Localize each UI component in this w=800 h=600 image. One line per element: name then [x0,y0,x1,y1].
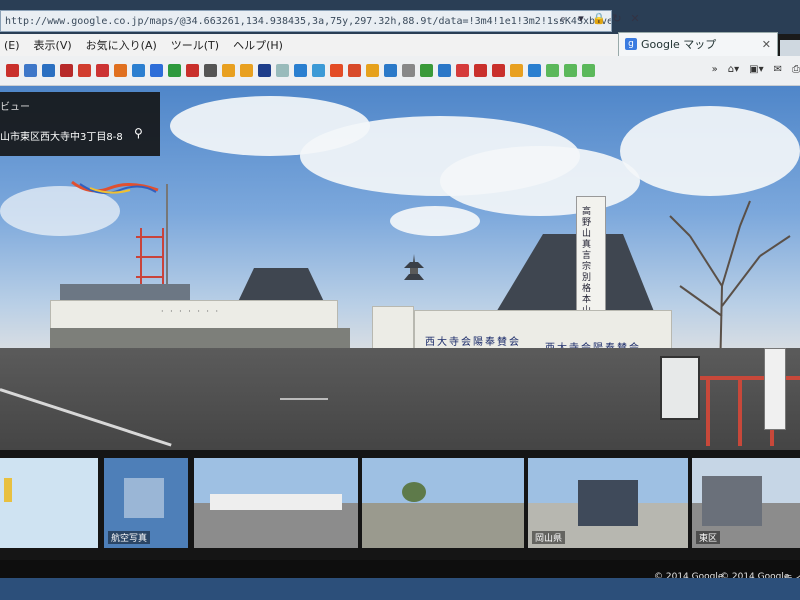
close-icon[interactable]: ✕ [628,12,642,26]
address-bar-row: http://www.google.co.jp/maps/@34.663261,… [0,0,800,34]
favorite-red-icon-2[interactable] [78,64,91,77]
favorite-ie-icon-3[interactable] [294,64,307,77]
favorite-yellow-icon-2[interactable] [240,64,253,77]
railing-post [738,376,742,446]
location-card[interactable]: ビュー 山市東区西大寺中3丁目8-8 ⚲ [0,92,160,156]
thumbnail-satellite[interactable]: 航空写真 [104,458,188,548]
thumb-wall [210,494,342,511]
taskbar [0,578,800,600]
location-card-title: ビュー [0,102,30,113]
thumb-ground [362,503,524,548]
dropdown-icon[interactable]: ▾ [574,12,588,26]
command-bar: » ⌂▾ ▣▾ ✉ ⎙ [712,64,800,75]
feeds-icon[interactable]: ▣▾ [749,64,763,75]
cloud [440,146,640,216]
favorite-red-icon-5[interactable] [456,64,469,77]
favorite-cloud-icon[interactable] [276,64,289,77]
thumb-house [702,476,762,526]
favorite-green-icon-4[interactable] [564,64,577,77]
favorites-bar [0,56,800,86]
white-sign [764,348,786,430]
favorite-ie-icon-6[interactable] [528,64,541,77]
photo-filmstrip: 航空写真 岡山県 東区 [0,450,800,560]
info-board [660,356,700,420]
favorite-ie-icon[interactable] [42,64,55,77]
favorite-red-icon[interactable] [6,64,19,77]
temple-sign-post: 高野山真言宗別格本山金陵山西大寺 [576,196,606,382]
mail-icon[interactable]: ✉ [774,64,782,75]
thumbnail-street-2[interactable] [362,458,524,548]
google-icon: g [625,38,637,50]
address-icons: ⌕ ▾ 🔒 ↻ ✕ [556,12,642,26]
favorite-yellow-icon[interactable] [222,64,235,77]
thumbnail-okayama[interactable]: 岡山県 [528,458,688,548]
favorite-w-icon[interactable] [204,64,217,77]
thumb-tree [402,482,426,502]
new-tab-button[interactable] [780,40,800,56]
thumb-temple [578,480,638,526]
favorite-red-icon-3[interactable] [96,64,109,77]
barrier-rail [280,398,328,400]
favorite-windows-icon[interactable] [330,64,343,77]
tab-label: Google マップ [641,38,717,51]
menu-bar: (E) 表示(V) お気に入り(A) ツール(T) ヘルプ(H) [0,34,618,56]
favorite-green-icon-2[interactable] [420,64,433,77]
favorite-w-icon-2[interactable] [402,64,415,77]
address-field[interactable]: http://www.google.co.jp/maps/@34.663261,… [0,10,612,32]
favorite-youtube-icon[interactable] [60,64,73,77]
favorite-ie-icon-2[interactable] [132,64,145,77]
favorite-globe-icon[interactable] [312,64,325,77]
kite-icon [71,180,159,194]
print-icon[interactable]: ⎙ [792,64,800,75]
location-address[interactable]: 山市東区西大寺中3丁目8-8 [0,128,123,143]
banner-text-left: 西大寺会陽奉賛会 [425,337,521,348]
lock-icon[interactable]: 🔒 [592,12,606,26]
favorite-youtube-icon-4[interactable] [492,64,505,77]
favorite-yellow-icon-3[interactable] [366,64,379,77]
favorite-green-icon-5[interactable] [582,64,595,77]
pagoda-icon [404,254,424,280]
refresh-icon[interactable]: ↻ [610,12,624,26]
tower-bar [136,256,164,258]
menu-favorites[interactable]: お気に入り(A) [86,37,157,53]
thumbnail-label: 航空写真 [108,531,151,544]
tab-google-maps[interactable]: g Google マップ ✕ [618,32,778,56]
banner-small-text: · · · · · · · [161,307,221,316]
thumbnail-higashi-ku[interactable]: 東区 [692,458,800,548]
chevron-right-icon[interactable]: » [712,64,718,75]
map-pin-icon[interactable]: ⚲ [134,126,146,140]
tab-close-icon[interactable]: ✕ [762,33,771,57]
search-icon[interactable]: ⌕ [556,12,570,26]
menu-help[interactable]: ヘルプ(H) [233,37,283,53]
favorite-youtube-icon-2[interactable] [186,64,199,77]
favorite-green-icon[interactable] [168,64,181,77]
home-icon[interactable]: ⌂▾ [728,64,739,75]
favorite-orange-icon[interactable] [114,64,127,77]
favorite-blue-icon[interactable] [24,64,37,77]
thumbnail-label: 東区 [696,531,721,544]
railing-post [706,376,710,446]
menu-tools[interactable]: ツール(T) [171,37,219,53]
favorite-red-icon-4[interactable] [348,64,361,77]
thumbnail-street-1[interactable] [194,458,358,548]
favorite-ie-icon-5[interactable] [438,64,451,77]
thumbnail-map[interactable] [0,458,98,548]
map-marker [4,478,12,502]
favorite-youtube-icon-3[interactable] [474,64,487,77]
thumbnail-label: 岡山県 [532,531,566,544]
satellite-block [124,478,164,518]
favorite-circle-icon[interactable] [150,64,163,77]
favorite-yellow-icon-4[interactable] [510,64,523,77]
tower-bar [136,276,164,278]
menu-edit[interactable]: (E) [4,39,20,52]
menu-view[interactable]: 表示(V) [34,37,72,53]
favorite-ie-icon-4[interactable] [384,64,397,77]
thumb-sky [362,458,524,503]
cloud [390,206,480,236]
favorite-green-icon-3[interactable] [546,64,559,77]
tower-bar [136,236,164,238]
cloud [620,106,800,196]
favorite-navy-icon[interactable] [258,64,271,77]
